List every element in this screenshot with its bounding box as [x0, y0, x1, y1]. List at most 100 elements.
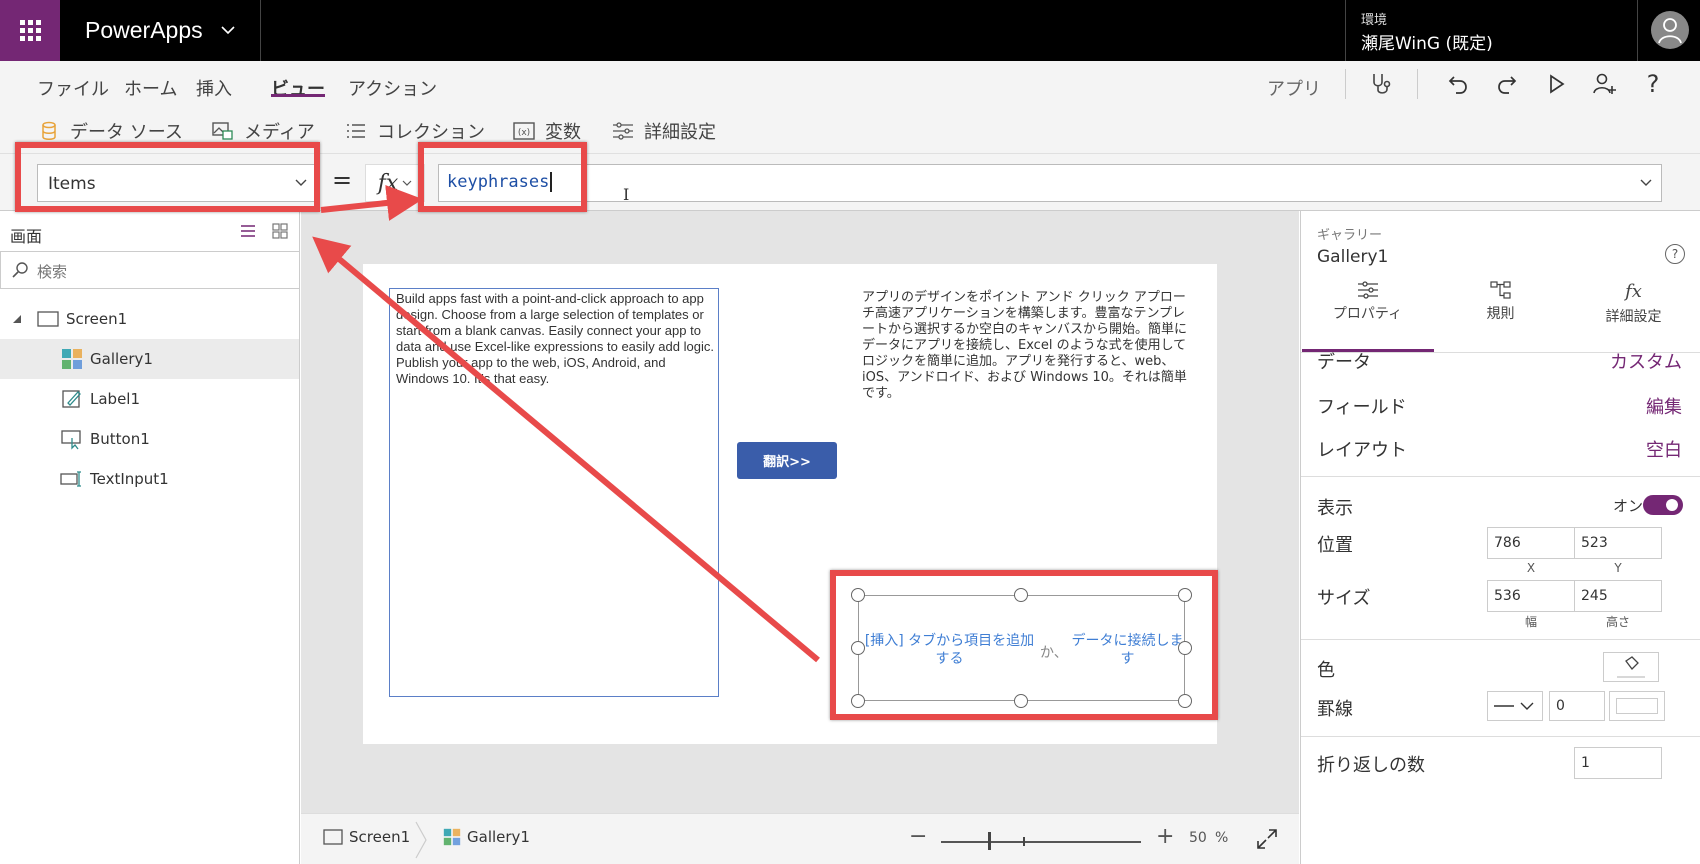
- divider: [1301, 476, 1700, 477]
- preview-button[interactable]: [1541, 69, 1571, 99]
- translated-label[interactable]: アプリのデザインをポイント アンド クリック アプローチ高速アプリケーションを構…: [862, 290, 1192, 402]
- layout-link[interactable]: 空白: [1646, 436, 1682, 462]
- divider: [1345, 0, 1346, 61]
- collections-button[interactable]: コレクション: [345, 118, 485, 144]
- tree-item-label: Button1: [90, 430, 150, 448]
- annotation-box-gallery: [830, 570, 1218, 720]
- tree-item-screen1[interactable]: Screen1: [0, 299, 299, 339]
- tree-item-label: Screen1: [66, 310, 128, 328]
- wrap-count-input[interactable]: 1: [1574, 747, 1662, 779]
- app-settings-link[interactable]: アプリ: [1267, 75, 1321, 101]
- active-tab-indicator: [271, 94, 325, 97]
- zoom-in-button[interactable]: +: [1156, 824, 1174, 849]
- menu-action[interactable]: アクション: [348, 75, 437, 101]
- database-icon: [38, 120, 60, 142]
- redo-icon: [1498, 76, 1517, 94]
- width-input[interactable]: 536: [1487, 580, 1575, 612]
- tree-item-textinput1[interactable]: TextInput1: [0, 459, 299, 499]
- y-input[interactable]: 523: [1574, 527, 1662, 559]
- tree-item-label: Gallery1: [90, 350, 153, 368]
- breadcrumb-label: Screen1: [349, 828, 411, 846]
- y-caption: Y: [1614, 561, 1622, 575]
- variables-button[interactable]: (x) 変数: [513, 118, 581, 144]
- panel-title: 画面: [10, 227, 43, 246]
- data-sources-button[interactable]: データ ソース: [38, 118, 183, 144]
- width-caption: 幅: [1524, 615, 1537, 629]
- fit-to-window-icon[interactable]: [1256, 828, 1278, 850]
- divider: [1637, 0, 1638, 61]
- color-label: 色: [1317, 660, 1335, 681]
- color-picker[interactable]: [1603, 652, 1659, 682]
- button-icon: [60, 428, 84, 450]
- tab-properties[interactable]: プロパティ: [1301, 281, 1434, 337]
- translate-button[interactable]: 翻訳>>: [737, 442, 837, 479]
- equals-sign: =: [332, 166, 353, 194]
- x-input[interactable]: 786: [1487, 527, 1575, 559]
- visible-toggle[interactable]: [1643, 495, 1683, 515]
- divider: [260, 0, 261, 61]
- undo-button[interactable]: [1443, 69, 1473, 99]
- help-icon[interactable]: ?: [1665, 244, 1685, 264]
- annotation-box-formula: [418, 142, 587, 212]
- stethoscope-icon: [1373, 74, 1391, 94]
- app-launcher-button[interactable]: [0, 0, 60, 61]
- app-checker-button[interactable]: [1366, 69, 1396, 99]
- visible-value: オン: [1613, 497, 1644, 515]
- height-input[interactable]: 245: [1574, 580, 1662, 612]
- tab-rules[interactable]: 規則: [1434, 281, 1567, 337]
- tab-label: 規則: [1486, 306, 1515, 322]
- visible-label: 表示: [1317, 498, 1353, 519]
- breadcrumb-gallery[interactable]: Gallery1: [443, 828, 530, 846]
- menu-view[interactable]: ビュー: [271, 75, 325, 101]
- help-button[interactable]: ?: [1638, 69, 1668, 99]
- breadcrumb-screen[interactable]: Screen1: [323, 828, 410, 846]
- thumbnail-view-icon[interactable]: [272, 223, 288, 239]
- user-icon: [1658, 18, 1682, 44]
- function-button[interactable]: fx: [365, 164, 425, 202]
- menu-insert[interactable]: 挿入: [196, 75, 232, 101]
- border-width-input[interactable]: 0: [1549, 691, 1605, 721]
- border-color-picker[interactable]: [1609, 691, 1665, 721]
- edit-fields-link[interactable]: 編集: [1646, 393, 1682, 419]
- screen-icon: [323, 829, 343, 845]
- source-text: Build apps fast with a point-and-click a…: [396, 291, 714, 386]
- control-type: ギャラリー: [1317, 228, 1383, 243]
- formula-input[interactable]: keyphrases: [438, 164, 1662, 202]
- fx-icon: fx: [377, 170, 399, 196]
- environment-name[interactable]: 瀬尾WinG (既定): [1361, 29, 1493, 54]
- undo-icon: [1448, 76, 1467, 94]
- menu-file[interactable]: ファイル: [37, 75, 109, 101]
- toggle-knob: [1666, 499, 1678, 511]
- zoom-slider-thumb[interactable]: [988, 832, 991, 850]
- tree-view-panel: 画面 検索 Screen1 Gallery1 Label1 Button1 Te…: [0, 211, 300, 864]
- paint-bucket-icon: [1617, 656, 1645, 678]
- chevron-down-icon: [1494, 702, 1534, 710]
- tree-item-gallery1[interactable]: Gallery1: [0, 339, 299, 379]
- chevron-down-icon[interactable]: [218, 18, 238, 42]
- zoom-slider[interactable]: [941, 841, 1141, 843]
- control-name[interactable]: Gallery1: [1317, 247, 1388, 267]
- chevron-down-icon: [402, 180, 412, 186]
- border-style-dropdown[interactable]: [1487, 691, 1543, 721]
- share-button[interactable]: [1589, 69, 1619, 99]
- list-view-icon[interactable]: [240, 223, 256, 239]
- advanced-settings-button[interactable]: 詳細設定: [612, 118, 716, 144]
- data-source-link[interactable]: カスタム: [1610, 348, 1682, 374]
- avatar[interactable]: [1651, 11, 1689, 49]
- tree-item-label1[interactable]: Label1: [0, 379, 299, 419]
- menu-home[interactable]: ホーム: [124, 75, 177, 101]
- status-bar: Screen1 Gallery1 − + 50 %: [301, 813, 1299, 864]
- collapse-triangle-icon[interactable]: [12, 314, 22, 324]
- tree-search-input[interactable]: 検索: [0, 251, 300, 289]
- sliders-icon: [1357, 281, 1378, 299]
- media-button[interactable]: メディア: [212, 118, 315, 144]
- source-text-input[interactable]: Build apps fast with a point-and-click a…: [389, 288, 719, 697]
- expand-formula-icon[interactable]: [1639, 177, 1653, 189]
- app-name[interactable]: PowerApps: [85, 0, 203, 61]
- tab-advanced[interactable]: fx 詳細設定: [1567, 281, 1700, 337]
- tab-label: 詳細設定: [1605, 309, 1662, 325]
- zoom-out-button[interactable]: −: [909, 824, 927, 849]
- redo-button[interactable]: [1492, 69, 1522, 99]
- layout-label: レイアウト: [1317, 440, 1407, 461]
- tree-item-button1[interactable]: Button1: [0, 419, 299, 459]
